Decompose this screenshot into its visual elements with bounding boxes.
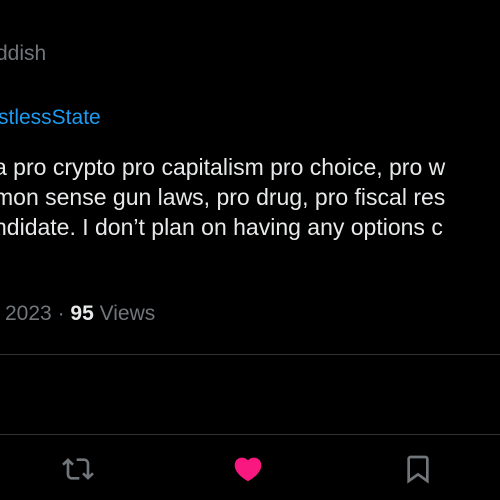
tweet-text: a pro crypto pro capitalism pro choice, …: [0, 152, 500, 242]
views-label: Views: [99, 302, 156, 325]
tweet-text-line: a pro crypto pro capitalism pro choice, …: [0, 154, 446, 180]
tweet-timestamp[interactable]: 2023: [5, 302, 52, 325]
like-button[interactable]: [232, 453, 264, 485]
divider: [0, 354, 500, 355]
views-count: 95: [70, 302, 94, 325]
meta-separator: ·: [57, 302, 65, 325]
heart-icon: [234, 457, 262, 482]
heart-shape: [234, 457, 262, 482]
tweet-meta: 2023 · 95 Views: [5, 302, 155, 326]
tweet-text-line: mon sense gun laws, pro drug, pro fiscal…: [0, 184, 446, 210]
replying-to-handle[interactable]: stlessState: [0, 106, 101, 130]
author-name[interactable]: ddish: [0, 42, 46, 66]
retweet-icon: [62, 458, 94, 480]
bookmark-button[interactable]: [402, 453, 434, 485]
tweet-text-line: ndidate. I don’t plan on having any opti…: [0, 214, 443, 240]
divider: [0, 434, 500, 435]
bookmark-icon: [407, 455, 429, 484]
retweet-button[interactable]: [62, 453, 94, 485]
tweet-detail-screen: ddish stlessState a pro crypto pro capit…: [0, 0, 500, 500]
